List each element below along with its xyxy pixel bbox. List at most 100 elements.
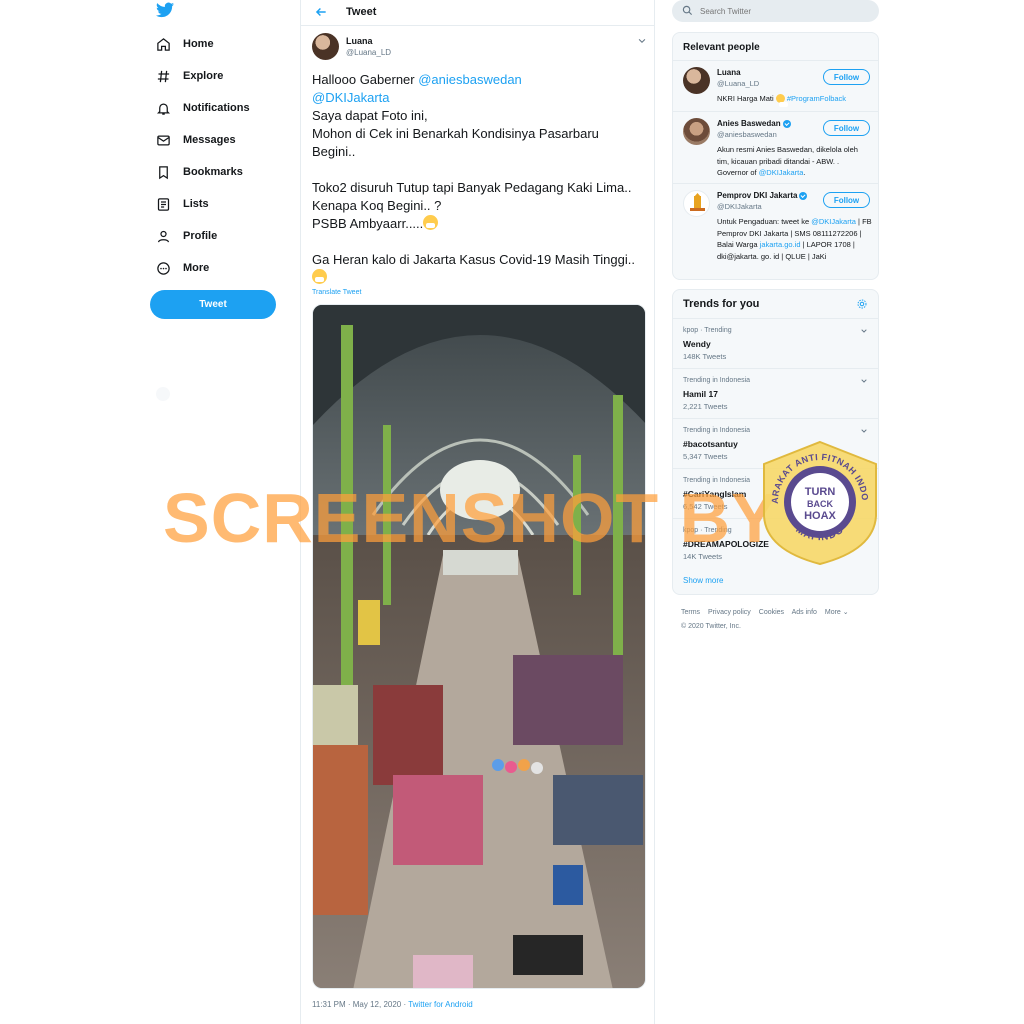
chevron-down-icon[interactable] [860,327,868,335]
hashtag-icon [157,70,170,82]
nav-notifications-label: Notifications [183,102,250,114]
trend-count: 2,221 Tweets [683,402,728,411]
trend-count: 5,347 Tweets [683,452,728,461]
trend-item[interactable]: Trending in Indonesia Hamil 17 2,221 Twe… [673,368,878,418]
nav-messages[interactable]: Messages [156,129,236,151]
nav-explore-label: Explore [183,70,224,82]
search-box[interactable] [672,0,879,22]
trend-name: #bacotsantuy [683,439,738,449]
footer-privacy-link[interactable]: Privacy policy [708,609,751,616]
bell-icon [156,103,171,115]
person-name[interactable]: Anies Baswedan [717,119,791,128]
tweet-photo[interactable] [312,304,646,989]
person-avatar[interactable] [683,190,710,217]
mention-link[interactable]: @DKIJakarta [811,217,856,226]
tweet-line: Kenapa Koq Begini.. ? [312,198,442,213]
footer-terms-link[interactable]: Terms [681,609,700,616]
nav-profile[interactable]: Profile [156,225,217,247]
trend-item[interactable]: Trending in Indonesia #bacotsantuy 5,347… [673,418,878,468]
tweet-timestamp[interactable]: 11:31 PM · May 12, 2020 · [312,1000,408,1009]
person-card[interactable]: Pemprov DKI Jakarta @DKIJakarta Follow U… [673,183,878,279]
person-name[interactable]: Pemprov DKI Jakarta [717,191,808,200]
follow-button[interactable]: Follow [823,192,870,208]
translate-tweet-link[interactable]: Translate Tweet [312,289,361,296]
tweet-line: Saya dapat Foto ini, [312,108,428,123]
show-more-link[interactable]: Show more [683,576,723,585]
person-card[interactable]: Luana @Luana_LD Follow NKRI Harga Mati #… [673,60,878,111]
footer-links: Terms Privacy policy Cookies Ads info Mo… [681,606,871,634]
person-bio: Akun resmi Anies Baswedan, dikelola oleh… [717,144,872,179]
trend-item[interactable]: kpop · Trending Wendy 148K Tweets [673,318,878,368]
author-name[interactable]: Luana [346,36,373,46]
trend-context: Trending in Indonesia [683,477,751,484]
author-avatar[interactable] [312,33,339,60]
tweet-text: Hallooo Gaberner @aniesbaswedan @DKIJaka… [312,71,647,287]
nav-bookmarks-label: Bookmarks [183,166,243,178]
user-icon [157,230,170,242]
relevant-people-panel: Relevant people Luana @Luana_LD Follow N… [672,32,879,280]
person-avatar[interactable] [683,118,710,145]
twitter-logo-icon[interactable] [156,2,174,18]
follow-button[interactable]: Follow [823,120,870,136]
nav-lists-label: Lists [183,198,209,210]
tweet-header: Tweet [301,0,654,26]
bio-text: . [803,168,806,177]
nav-more[interactable]: More [156,257,209,279]
person-bio: Untuk Pengaduan: tweet ke @DKIJakarta | … [717,216,872,262]
person-card[interactable]: Anies Baswedan @aniesbaswedan Follow Aku… [673,111,878,183]
trend-item[interactable]: kpop · Trending #DREAMAPOLOGIZE 14K Twee… [673,518,878,568]
compose-tweet-button[interactable]: Tweet [150,290,276,319]
chevron-down-icon[interactable] [860,377,868,385]
chevron-down-icon[interactable] [860,427,868,435]
mention-link[interactable]: @aniesbaswedan [418,72,522,87]
envelope-icon [157,135,170,145]
relevant-people-title: Relevant people [683,42,760,53]
hashtag-link[interactable]: #ProgramFolback [785,94,846,103]
nav-home[interactable]: Home [156,33,214,55]
trend-name: #CariYangIslam [683,489,747,499]
nav-explore[interactable]: Explore [156,65,223,87]
nav-lists[interactable]: Lists [156,193,209,215]
tweet-line: Mohon di Cek ini Benarkah Kondisinya Pas… [312,126,599,141]
author-handle[interactable]: @Luana_LD [346,48,391,57]
mention-link[interactable]: @DKIJakarta [759,168,804,177]
footer-more-link[interactable]: More ⌄ [825,609,849,616]
pemprov-dki-logo-icon [690,193,705,211]
tweet-meta: 11:31 PM · May 12, 2020 · Twitter for An… [312,1000,473,1009]
trends-panel: Trends for you kpop · Trending Wendy 148… [672,289,879,595]
more-circle-icon [157,261,170,275]
person-name-text: Luana [717,68,741,77]
account-switcher[interactable] [156,387,276,401]
trend-context: kpop · Trending [683,327,732,334]
tweet-greeting: Hallooo Gaberner [312,72,419,87]
trend-item[interactable]: Trending in Indonesia #CariYangIslam 6,5… [673,468,878,518]
person-handle: @DKIJakarta [717,202,762,211]
gear-icon[interactable] [856,298,868,310]
trend-count: 14K Tweets [683,552,723,561]
bookmark-icon [159,165,168,179]
chevron-down-icon[interactable] [637,36,647,46]
nav-notifications[interactable]: Notifications [156,97,250,119]
verified-badge-icon [799,191,808,200]
back-arrow-icon[interactable] [314,5,328,19]
verified-badge-icon [782,119,791,128]
url-link[interactable]: jakarta.go.id [760,240,801,249]
trend-name: Wendy [683,339,711,349]
nav-more-label: More [183,262,210,274]
tweet-detail-column: Tweet Luana @Luana_LD Hallooo Gaberner @… [300,0,655,1024]
bio-text: NKRI Harga Mati [717,94,776,103]
tweet-line: Begini.. [312,144,356,159]
search-input[interactable] [700,4,870,18]
follow-button[interactable]: Follow [823,69,870,85]
nav-messages-label: Messages [183,134,236,146]
trend-count: 148K Tweets [683,352,727,361]
footer-ads-link[interactable]: Ads info [792,609,817,616]
nav-bookmarks[interactable]: Bookmarks [156,161,243,183]
bio-text: Untuk Pengaduan: tweet ke [717,217,812,226]
tweet-source-link[interactable]: Twitter for Android [408,1000,472,1009]
footer-copyright: © 2020 Twitter, Inc. [681,623,741,630]
footer-cookies-link[interactable]: Cookies [759,609,784,616]
mention-link[interactable]: @DKIJakarta [312,90,390,105]
person-name[interactable]: Luana [717,68,741,77]
person-avatar[interactable] [683,67,710,94]
